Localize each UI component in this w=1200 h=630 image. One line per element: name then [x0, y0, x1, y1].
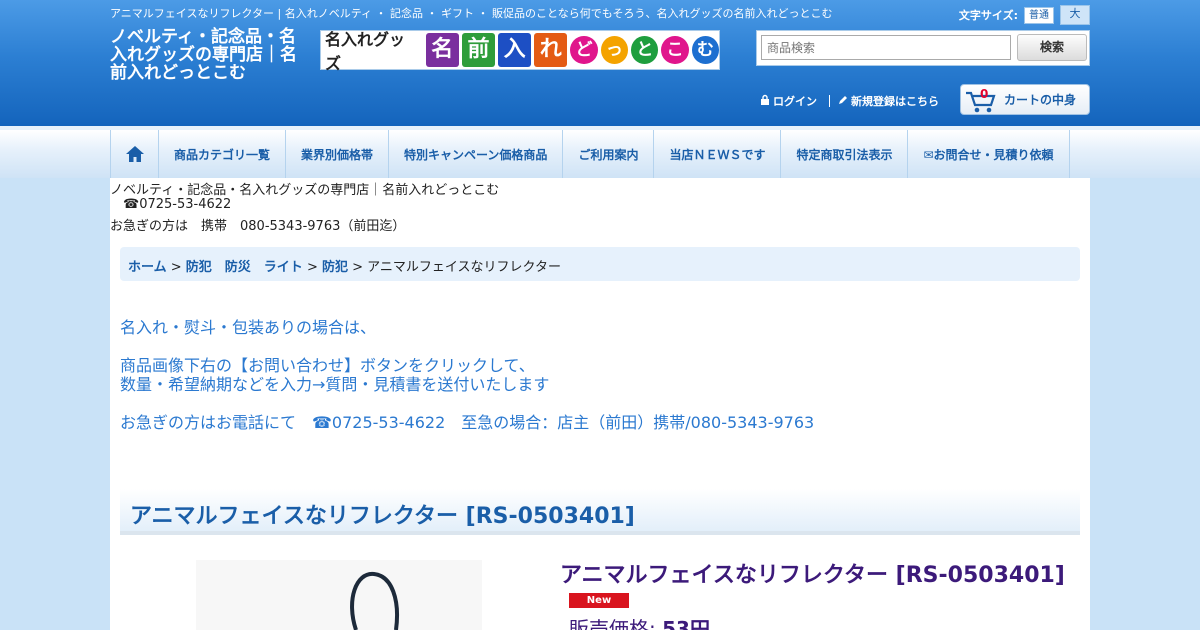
- order-notice: 名入れ・熨斗・包装ありの場合は、 商品画像下右の【お問い合わせ】ボタンをクリック…: [120, 318, 814, 432]
- logo-letter: れ: [534, 33, 568, 67]
- nav-item-categories[interactable]: 商品カテゴリ一覧: [159, 130, 287, 178]
- logo-letter: 名: [425, 33, 459, 67]
- site-header: アニマルフェイスなリフレクター | 名入れノベルティ ・ 記念品 ・ ギフト ・…: [0, 0, 1200, 126]
- breadcrumb-separator: >: [348, 260, 368, 275]
- product-name: アニマルフェイスなリフレクター [RS-0503401]: [560, 563, 1065, 588]
- pencil-icon: [838, 95, 848, 108]
- search-form: 検索: [756, 30, 1090, 66]
- font-size-label: 文字サイズ:: [958, 9, 1018, 22]
- cart-label: カートの中身: [1004, 93, 1077, 107]
- lock-icon: [760, 94, 770, 108]
- font-size-normal-button[interactable]: 普通: [1024, 6, 1054, 24]
- login-link[interactable]: ログイン: [773, 93, 817, 109]
- notice-line: 名入れ・熨斗・包装ありの場合は、: [120, 318, 377, 337]
- logo-prefix: 名入れグッズ: [325, 30, 406, 73]
- breadcrumb-home[interactable]: ホーム: [128, 260, 167, 275]
- site-title-link[interactable]: ノベルティ・記念品・名入れグッズの専門店｜名前入れどっとこむ: [110, 28, 312, 82]
- logo-letter: 前: [461, 33, 496, 67]
- nav-home[interactable]: [111, 130, 159, 178]
- logo-letter: こ: [661, 36, 689, 64]
- global-nav: 商品カテゴリ一覧 業界別価格帯 特別キャンペーン価格商品 ご利用案内 当店ＮＥＷ…: [0, 126, 1200, 178]
- nav-inner: 商品カテゴリ一覧 業界別価格帯 特別キャンペーン価格商品 ご利用案内 当店ＮＥＷ…: [110, 130, 1070, 178]
- new-badge: New: [569, 593, 629, 608]
- logo-letter: っ: [600, 36, 629, 64]
- home-icon: [125, 146, 144, 162]
- site-logo[interactable]: 名入れグッズ 名 前 入 れ ど っ と こ む: [320, 30, 720, 73]
- search-input[interactable]: [761, 35, 1011, 60]
- nav-item-campaign[interactable]: 特別キャンペーン価格商品: [389, 130, 564, 178]
- search-button[interactable]: 検索: [1017, 34, 1087, 61]
- breadcrumb-separator: >: [302, 260, 322, 275]
- header-tagline: アニマルフェイスなリフレクター | 名入れノベルティ ・ 記念品 ・ ギフト ・…: [110, 7, 833, 20]
- page-title: アニマルフェイスなリフレクター [RS-0503401]: [120, 489, 1080, 535]
- user-links: ログイン 新規登録はこちら: [760, 93, 939, 109]
- nav-item-legal[interactable]: 特定商取引法表示: [781, 130, 909, 178]
- product-price: 販売価格: 53円: [569, 613, 710, 630]
- logo-letter: ど: [570, 36, 598, 64]
- logo-letter: 入: [498, 33, 532, 67]
- nav-item-news[interactable]: 当店ＮＥＷＳです: [654, 130, 782, 178]
- shop-description: ノベルティ・記念品・名入れグッズの専門店｜名前入れどっとこむ: [110, 183, 500, 198]
- breadcrumb-subcategory[interactable]: 防犯: [322, 260, 348, 275]
- breadcrumb: ホーム > 防犯 防災 ライト > 防犯 > アニマルフェイスなリフレクター: [120, 247, 1080, 281]
- reflector-strap-image: [350, 571, 399, 630]
- logo-letter: と: [631, 36, 659, 64]
- notice-line: 数量・希望納期などを入力→質問・見積書を送付いたします: [120, 375, 550, 394]
- cart-count: 0: [980, 87, 989, 101]
- main-content: ノベルティ・記念品・名入れグッズの専門店｜名前入れどっとこむ ☎0725-53-…: [110, 178, 1090, 630]
- logo-letter: む: [691, 36, 720, 64]
- divider: [829, 95, 830, 107]
- notice-line: 商品画像下右の【お問い合わせ】ボタンをクリックして、: [120, 356, 535, 375]
- nav-item-industry-price[interactable]: 業界別価格帯: [286, 130, 390, 178]
- breadcrumb-category[interactable]: 防犯 防災 ライト: [186, 260, 303, 275]
- price-label: 販売価格:: [569, 617, 663, 630]
- nav-item-contact[interactable]: ✉お問合せ・見積り依頼: [908, 130, 1070, 178]
- product-image[interactable]: [196, 560, 482, 630]
- breadcrumb-current: アニマルフェイスなリフレクター: [367, 260, 562, 275]
- price-value: 53円: [662, 617, 710, 630]
- notice-line: お急ぎの方はお電話にて ☎0725-53-4622 至急の場合：店主（前田）携帯…: [120, 413, 815, 432]
- breadcrumb-separator: >: [166, 260, 186, 275]
- font-size-switcher: 文字サイズ: 普通 大: [959, 5, 1090, 25]
- register-link[interactable]: 新規登録はこちら: [851, 93, 939, 109]
- font-size-large-button[interactable]: 大: [1060, 5, 1090, 25]
- nav-item-guide[interactable]: ご利用案内: [563, 130, 655, 178]
- urgent-contact: お急ぎの方は 携帯 080-5343-9763（前田迄）: [110, 219, 406, 234]
- header-inner: アニマルフェイスなリフレクター | 名入れノベルティ ・ 記念品 ・ ギフト ・…: [110, 0, 1090, 126]
- cart-button[interactable]: 0 カートの中身: [960, 84, 1090, 115]
- shop-phone: ☎0725-53-4622: [123, 197, 232, 212]
